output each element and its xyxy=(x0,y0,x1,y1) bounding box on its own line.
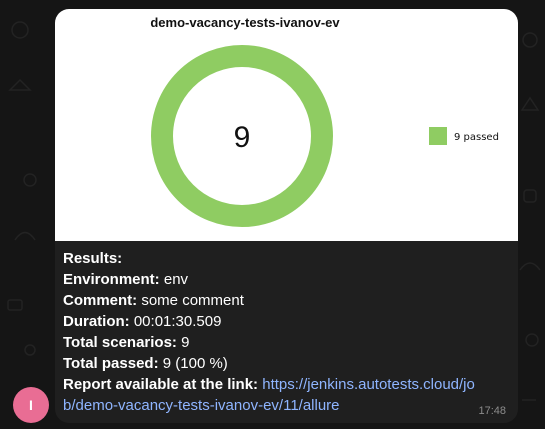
report-label: Report available at the link: xyxy=(63,376,259,393)
donut-chart: 9 9 passed xyxy=(151,45,499,227)
comment-value: some comment xyxy=(141,292,244,309)
environment-value: env xyxy=(163,271,189,288)
duration-row: Duration: 00:01:30.509 xyxy=(63,311,513,332)
duration-value: 00:01:30.509 xyxy=(133,313,222,330)
results-heading: Results: xyxy=(63,250,123,267)
avatar-letter: I xyxy=(29,397,33,413)
comment-label: Comment: xyxy=(63,292,138,309)
scenarios-row: Total scenarios: 9 xyxy=(63,332,513,353)
scenarios-label: Total scenarios: xyxy=(63,334,177,351)
comment-row: Comment: some comment xyxy=(63,290,513,311)
passed-label: Total passed: xyxy=(63,355,159,372)
message-time: 17:48 xyxy=(478,405,506,417)
environment-label: Environment: xyxy=(63,271,160,288)
message-bubble: demo-vacancy-tests-ivanov-ev 9 9 passed … xyxy=(55,9,518,423)
passed-row: Total passed: 9 (100 %) xyxy=(63,353,513,374)
report-row: Report available at the link: https://je… xyxy=(63,374,513,416)
legend-label-passed: 9 passed xyxy=(454,132,499,143)
passed-value: 9 (100 %) xyxy=(162,355,228,372)
chart-image[interactable]: demo-vacancy-tests-ivanov-ev 9 9 passed xyxy=(55,9,518,241)
duration-label: Duration: xyxy=(63,313,130,330)
donut-center-label: 9 xyxy=(234,121,251,154)
scenarios-value: 9 xyxy=(181,334,190,351)
message-text: Results: Environment: env Comment: some … xyxy=(63,248,513,416)
sender-avatar[interactable]: I xyxy=(13,387,49,423)
legend-swatch-passed xyxy=(429,127,447,145)
environment-row: Environment: env xyxy=(63,269,513,290)
